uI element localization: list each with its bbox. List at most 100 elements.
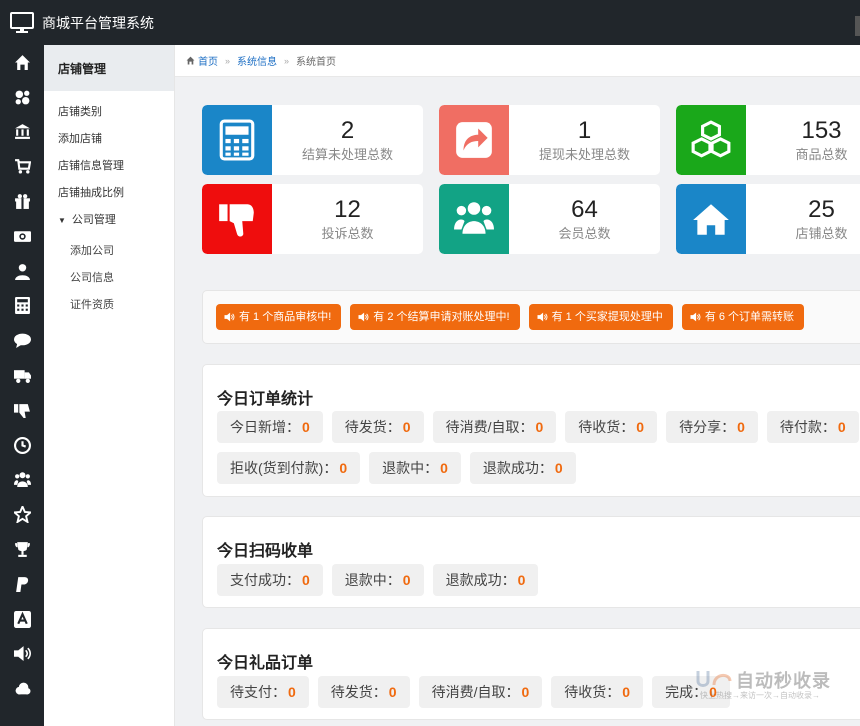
calculator-icon <box>219 119 255 161</box>
stat-card-shops[interactable]: 25 店铺总数 <box>676 184 860 254</box>
chip-pay-success[interactable]: 支付成功： 0 <box>217 564 323 596</box>
submenu-item-add-company[interactable]: 添加公司 <box>44 238 174 265</box>
share-icon <box>456 122 492 158</box>
star-icon <box>13 506 31 524</box>
volume-icon <box>224 312 235 322</box>
panel-title: 今日订单统计 <box>217 391 314 408</box>
chip-refunding[interactable]: 退款中： 0 <box>331 564 424 596</box>
chip-refunding[interactable]: 退款中： 0 <box>369 452 461 484</box>
chip-label: 退款中： <box>344 572 401 588</box>
rail-volume[interactable] <box>0 637 44 672</box>
chip-new-today[interactable]: 今日新增： 0 <box>217 411 323 443</box>
home-icon <box>186 56 195 65</box>
rail-amazon[interactable] <box>0 602 44 637</box>
rail-calculator[interactable] <box>0 289 44 324</box>
submenu-item-company-info[interactable]: 公司信息 <box>44 265 174 292</box>
rail-sitemap[interactable] <box>0 80 44 115</box>
stat-label: 提现未处理总数 <box>538 146 630 162</box>
notice-orders-transfer[interactable]: 有 6 个订单需转账 <box>681 304 805 330</box>
submenu-item-certificates[interactable]: 证件资质 <box>44 292 174 319</box>
stat-card-complaints[interactable]: 12 投诉总数 <box>202 184 423 254</box>
notice-product-review[interactable]: 有 1 个商品审核中! <box>216 304 342 330</box>
breadcrumb-home-link[interactable]: 首页 <box>198 53 218 68</box>
rail-cloud[interactable] <box>0 671 44 706</box>
chip-to-ship[interactable]: 待发货： 0 <box>331 411 424 443</box>
paypal-icon <box>15 576 28 592</box>
notice-text: 有 1 个商品审核中! <box>239 311 332 323</box>
stat-card-settlement[interactable]: 2 结算未处理总数 <box>202 105 423 175</box>
rail-users[interactable] <box>0 463 44 498</box>
chip-to-receive[interactable]: 待收货： 0 <box>565 411 658 443</box>
submenu-item-shop-category[interactable]: 店铺类别 <box>44 99 174 126</box>
chip-to-consume[interactable]: 待消费/自取： 0 <box>432 411 557 443</box>
rail-star[interactable] <box>0 497 44 532</box>
money-icon <box>13 231 31 242</box>
stat-value: 153 <box>801 116 842 144</box>
stat-icon-box <box>676 105 746 175</box>
notice-withdraw[interactable]: 有 1 个买家提现处理中 <box>528 304 673 330</box>
chip-row: 支付成功： 0 退款中： 0 退款成功： 0 <box>217 564 539 596</box>
topbar-edge-button[interactable] <box>855 16 860 36</box>
chip-count: 0 <box>302 419 310 435</box>
chip-label: 待付款： <box>779 419 836 435</box>
rail-home[interactable] <box>0 45 44 80</box>
rail-trophy[interactable] <box>0 532 44 567</box>
chip-to-ship[interactable]: 待发货： 0 <box>317 676 410 708</box>
chip-to-share[interactable]: 待分享： 0 <box>666 411 758 443</box>
rail-user[interactable] <box>0 254 44 289</box>
breadcrumb-current: 系统首页 <box>296 57 337 68</box>
stat-label: 会员总数 <box>558 225 611 241</box>
sitemap-icon <box>15 90 29 105</box>
submenu-item-shop-info[interactable]: 店铺信息管理 <box>44 153 174 180</box>
stat-icon-box <box>439 105 509 175</box>
chip-count: 0 <box>440 460 448 476</box>
breadcrumb-system-info-link[interactable]: 系统信息 <box>237 53 277 68</box>
rail-truck[interactable] <box>0 358 44 393</box>
notice-settlement[interactable]: 有 2 个结算申请对账处理中! <box>350 304 520 330</box>
rail-paypal[interactable] <box>0 567 44 602</box>
submenu-group-company[interactable]: ▼ 公司管理 <box>44 207 174 234</box>
chip-rejected-cod[interactable]: 拒收(货到付款)： 0 <box>217 452 361 484</box>
stat-label: 店铺总数 <box>795 225 848 241</box>
stat-card-withdraw[interactable]: 1 提现未处理总数 <box>439 105 660 175</box>
rail-thumbs-down[interactable] <box>0 393 44 428</box>
cart-icon <box>14 159 31 174</box>
chip-count: 0 <box>535 419 544 435</box>
chip-row: 拒收(货到付款)： 0 退款中： 0 退款成功： 0 <box>217 452 576 484</box>
thumbs-down-icon <box>13 403 30 418</box>
chip-count: 0 <box>636 419 645 435</box>
rail-gift[interactable] <box>0 184 44 219</box>
chip-label: 今日新增： <box>230 419 300 435</box>
cloud-icon <box>15 682 30 695</box>
rail-cart[interactable] <box>0 149 44 184</box>
truck-icon <box>13 370 31 383</box>
stat-label: 结算未处理总数 <box>301 146 393 162</box>
amazon-icon <box>13 610 31 628</box>
chip-refund-success[interactable]: 退款成功： 0 <box>469 452 576 484</box>
chip-count: 0 <box>388 684 397 700</box>
submenu-item-commission[interactable]: 店铺抽成比例 <box>44 180 174 207</box>
stat-value: 2 <box>340 116 355 144</box>
calculator-icon <box>14 297 30 315</box>
rail-comment[interactable] <box>0 323 44 358</box>
stat-card-products[interactable]: 153 商品总数 <box>676 105 860 175</box>
panel-title: 今日礼品订单 <box>217 655 314 672</box>
chip-refund-success[interactable]: 退款成功： 0 <box>432 564 539 596</box>
chip-count: 0 <box>554 460 563 476</box>
stat-card-members[interactable]: 64 会员总数 <box>439 184 660 254</box>
volume-icon <box>690 312 701 322</box>
chip-to-pay[interactable]: 待付款： 0 <box>766 411 859 443</box>
brand[interactable]: 商城平台管理系统 <box>0 0 154 45</box>
chip-label: 待收货： <box>578 419 635 435</box>
chip-label: 待发货： <box>344 419 401 435</box>
chip-to-receive[interactable]: 待收货： 0 <box>551 676 644 708</box>
top-bar: 商城平台管理系统 <box>0 0 860 45</box>
chip-label: 待发货： <box>330 684 387 700</box>
submenu-panel: 店铺管理 店铺类别 添加店铺 店铺信息管理 店铺抽成比例 ▼ 公司管理 添加公司… <box>44 45 175 726</box>
chip-to-consume[interactable]: 待消费/自取： 0 <box>418 676 543 708</box>
chip-to-pay[interactable]: 待支付： 0 <box>217 676 309 708</box>
rail-clock[interactable] <box>0 428 44 463</box>
rail-bank[interactable] <box>0 115 44 150</box>
rail-money[interactable] <box>0 219 44 254</box>
submenu-item-add-shop[interactable]: 添加店铺 <box>44 126 174 153</box>
